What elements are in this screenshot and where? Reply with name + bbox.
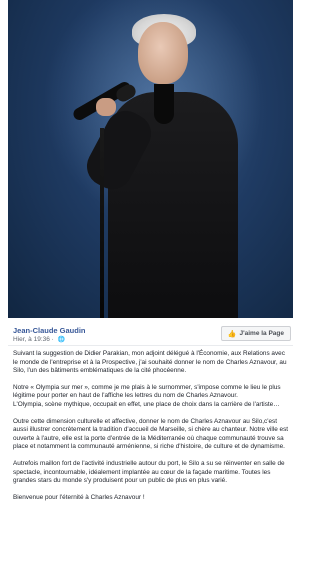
singer-hand	[96, 98, 116, 116]
post-photo[interactable]	[8, 0, 293, 318]
post-paragraph-5: Bienvenue pour l'éternité à Charles Azna…	[13, 493, 145, 501]
singer-head	[138, 22, 188, 84]
post-paragraph-3: Outre cette dimension culturelle et affe…	[13, 417, 289, 451]
post-header: Jean-Claude Gaudin Hier, à 19:36 · 🌐 👍 J…	[8, 322, 293, 346]
post-text: Suivant la suggestion de Didier Parakian…	[13, 350, 291, 510]
post-meta: Hier, à 19:36 · 🌐	[13, 336, 65, 343]
post-time[interactable]: Hier, à 19:36 ·	[13, 336, 54, 343]
post-paragraph-1: Suivant la suggestion de Didier Parakian…	[13, 350, 287, 375]
facebook-post: Jean-Claude Gaudin Hier, à 19:36 · 🌐 👍 J…	[0, 0, 301, 571]
divider	[8, 345, 293, 346]
post-paragraph-2: Notre « Olympia sur mer », comme je me p…	[13, 383, 281, 408]
like-page-label: J'aime la Page	[239, 330, 284, 337]
thumbs-up-icon: 👍	[227, 330, 237, 338]
post-paragraph-4: Autrefois maillon fort de l'activité ind…	[13, 459, 285, 485]
globe-icon: 🌐	[57, 337, 66, 343]
singer-shirt	[154, 84, 174, 124]
microphone-stand	[100, 128, 104, 318]
like-page-button[interactable]: 👍 J'aime la Page	[220, 326, 291, 341]
author-name[interactable]: Jean-Claude Gaudin	[13, 326, 86, 335]
